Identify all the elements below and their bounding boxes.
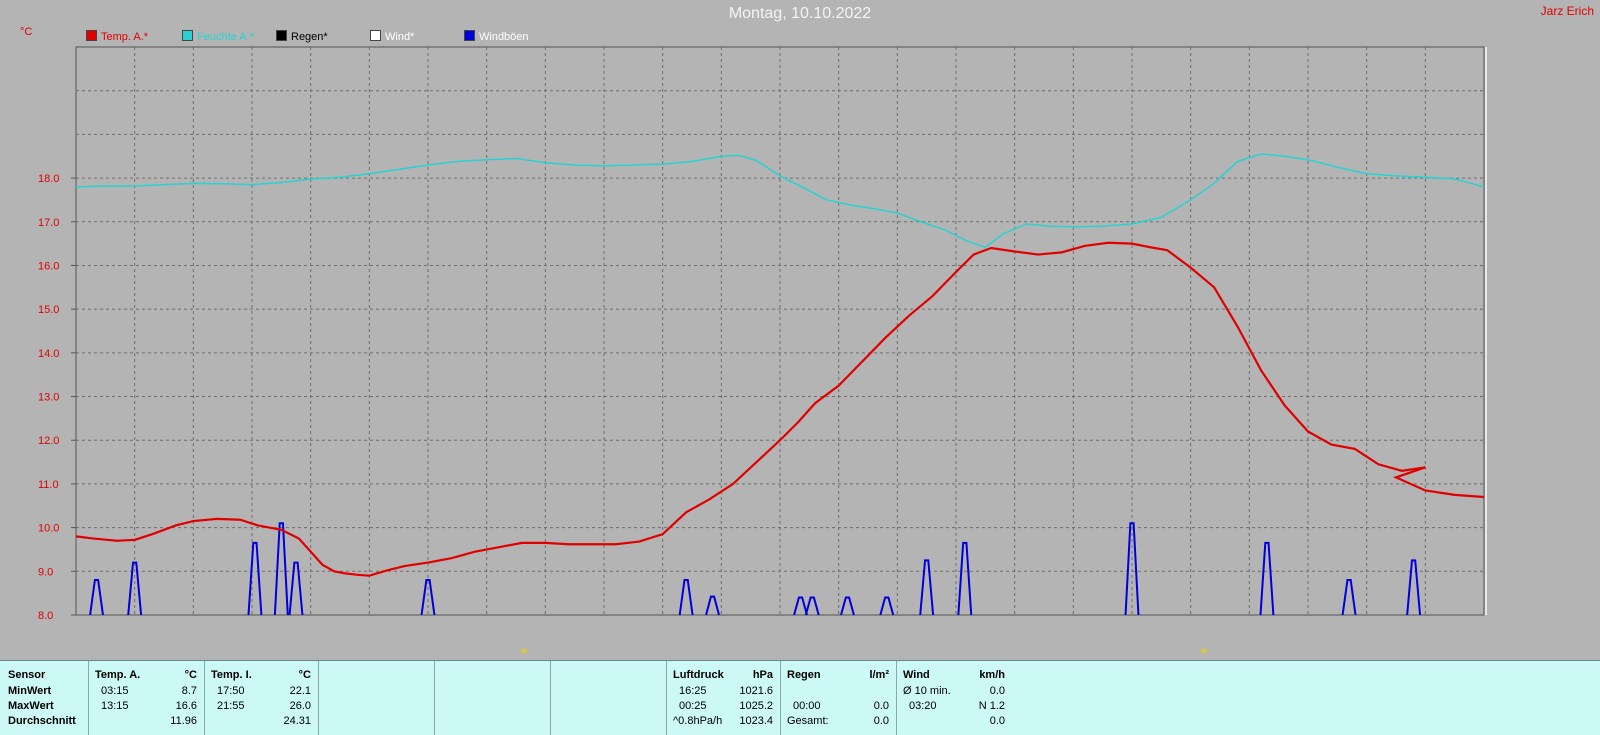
y-tick-label: 18.0 bbox=[38, 173, 59, 185]
pressure-avg-value: 1023.4 bbox=[739, 715, 773, 727]
legend-item-wind: Wind* bbox=[370, 30, 414, 43]
temp-indoor-avg-value: 24.31 bbox=[283, 715, 311, 727]
temp-outdoor-min-time: 03:15 bbox=[101, 685, 129, 697]
rain-total-value: 0.0 bbox=[873, 715, 889, 727]
temp-indoor-header: Temp. I. bbox=[211, 669, 252, 681]
chart-title: Montag, 10.10.2022 bbox=[728, 5, 872, 22]
wind-avg-label: Ø 10 min. bbox=[903, 685, 951, 697]
legend-label: Regen* bbox=[291, 31, 328, 43]
legend-swatch bbox=[276, 30, 287, 41]
pressure-column: Luftdruck hPa 16:25 1021.6 00:25 1025.2 … bbox=[666, 661, 781, 735]
legend-label: Wind* bbox=[385, 31, 415, 43]
temp-outdoor-avg-value: 11.96 bbox=[170, 715, 197, 727]
temp-indoor-max-value: 26.0 bbox=[289, 700, 311, 712]
rain-column: Regen l/m² 00:00 0.0 Gesamt: 0.0 bbox=[780, 661, 897, 735]
legend-label: Temp. A.* bbox=[101, 31, 149, 43]
legend-swatch bbox=[182, 30, 193, 41]
wind-avg-value: 0.0 bbox=[989, 715, 1005, 727]
legend-item-humidity: Feuchte A.* bbox=[182, 30, 254, 43]
wind-column: Wind km/h Ø 10 min. 0.0 03:20 N 1.2 0.0 bbox=[896, 661, 1013, 735]
temp-outdoor-min-value: 8.7 bbox=[181, 685, 197, 697]
y-tick-label: 13.0 bbox=[38, 392, 59, 404]
author-credit: Jarz Erich bbox=[1540, 4, 1594, 18]
rain-unit: l/m² bbox=[869, 669, 889, 681]
stats-table: Sensor MinWert MaxWert Durchschnitt Temp… bbox=[0, 660, 1600, 735]
temp-outdoor-header: Temp. A. bbox=[95, 669, 141, 681]
sensor-header: Sensor bbox=[8, 669, 46, 681]
temp-indoor-min-value: 22.1 bbox=[289, 685, 311, 697]
empty-column bbox=[318, 661, 435, 735]
wind-header: Wind bbox=[903, 669, 930, 681]
legend-swatch bbox=[464, 30, 475, 41]
wind-max-value: N 1.2 bbox=[978, 700, 1005, 712]
pressure-min-time: 16:25 bbox=[679, 685, 707, 697]
temp-indoor-unit: °C bbox=[298, 669, 311, 681]
y-tick-labels: 8.0 9.0 10.0 11.0 12.0 13.0 14.0 15.0 16.0 17.0 18… bbox=[38, 173, 76, 622]
temp-indoor-min-time: 17:50 bbox=[217, 685, 245, 697]
y-tick-label: 17.0 bbox=[38, 217, 59, 229]
wind-min-value: 0.0 bbox=[989, 685, 1005, 697]
y-tick-label: 11.0 bbox=[38, 479, 59, 491]
y-tick-label: 16.0 bbox=[38, 260, 59, 272]
legend-item-temp: Temp. A.* bbox=[86, 30, 148, 43]
sunrise-icon: ☀ bbox=[519, 646, 529, 658]
empty-column bbox=[550, 661, 667, 735]
avg-row-label: Durchschnitt bbox=[8, 715, 76, 727]
plot-frame bbox=[75, 46, 1487, 616]
temp-outdoor-unit: °C bbox=[184, 669, 197, 681]
y-unit-label: °C bbox=[20, 26, 33, 38]
legend-item-rain: Regen* bbox=[276, 30, 328, 43]
pressure-header: Luftdruck bbox=[673, 669, 724, 681]
y-tick-label: 10.0 bbox=[38, 523, 59, 535]
temp-outdoor-column: Temp. A. °C 03:15 8.7 13:15 16.6 11.96 bbox=[88, 661, 205, 735]
chart-area: 8.0 9.0 10.0 11.0 12.0 13.0 14.0 15.0 16.0 17.0 18… bbox=[38, 46, 1487, 622]
legend-swatch bbox=[86, 30, 97, 41]
empty-column bbox=[434, 661, 551, 735]
max-row-label: MaxWert bbox=[8, 700, 54, 712]
rain-total-label: Gesamt: bbox=[787, 715, 829, 727]
pressure-max-value: 1025.2 bbox=[739, 700, 773, 712]
legend-swatch bbox=[370, 30, 381, 41]
temp-indoor-column: Temp. I. °C 17:50 22.1 21:55 26.0 24.31 bbox=[204, 661, 319, 735]
sunset-icon: ☀ bbox=[1199, 646, 1209, 658]
sensor-column: Sensor MinWert MaxWert Durchschnitt bbox=[0, 661, 88, 735]
min-row-label: MinWert bbox=[8, 685, 52, 697]
pressure-min-value: 1021.6 bbox=[739, 685, 773, 697]
legend-label: Windböen bbox=[479, 31, 529, 43]
rain-max-time: 00:00 bbox=[793, 700, 821, 712]
y-tick-label: 8.0 bbox=[38, 610, 53, 622]
pressure-max-time: 00:25 bbox=[679, 700, 707, 712]
rain-header: Regen bbox=[787, 669, 821, 681]
wind-max-time: 03:20 bbox=[909, 700, 937, 712]
legend-item-gusts: Windböen bbox=[464, 30, 529, 43]
rain-max-value: 0.0 bbox=[873, 700, 889, 712]
y-tick-label: 12.0 bbox=[38, 435, 59, 447]
pressure-trend-label: ^0.8hPa/h bbox=[673, 715, 723, 727]
temp-outdoor-max-value: 16.6 bbox=[175, 700, 197, 712]
temp-outdoor-max-time: 13:15 bbox=[101, 700, 129, 712]
legend-label: Feuchte A.* bbox=[197, 31, 254, 43]
pressure-unit: hPa bbox=[752, 669, 773, 681]
y-tick-label: 14.0 bbox=[38, 348, 59, 360]
temp-indoor-max-time: 21:55 bbox=[217, 700, 245, 712]
wind-unit: km/h bbox=[979, 669, 1005, 681]
y-tick-label: 9.0 bbox=[38, 566, 53, 578]
y-tick-label: 15.0 bbox=[38, 304, 59, 316]
